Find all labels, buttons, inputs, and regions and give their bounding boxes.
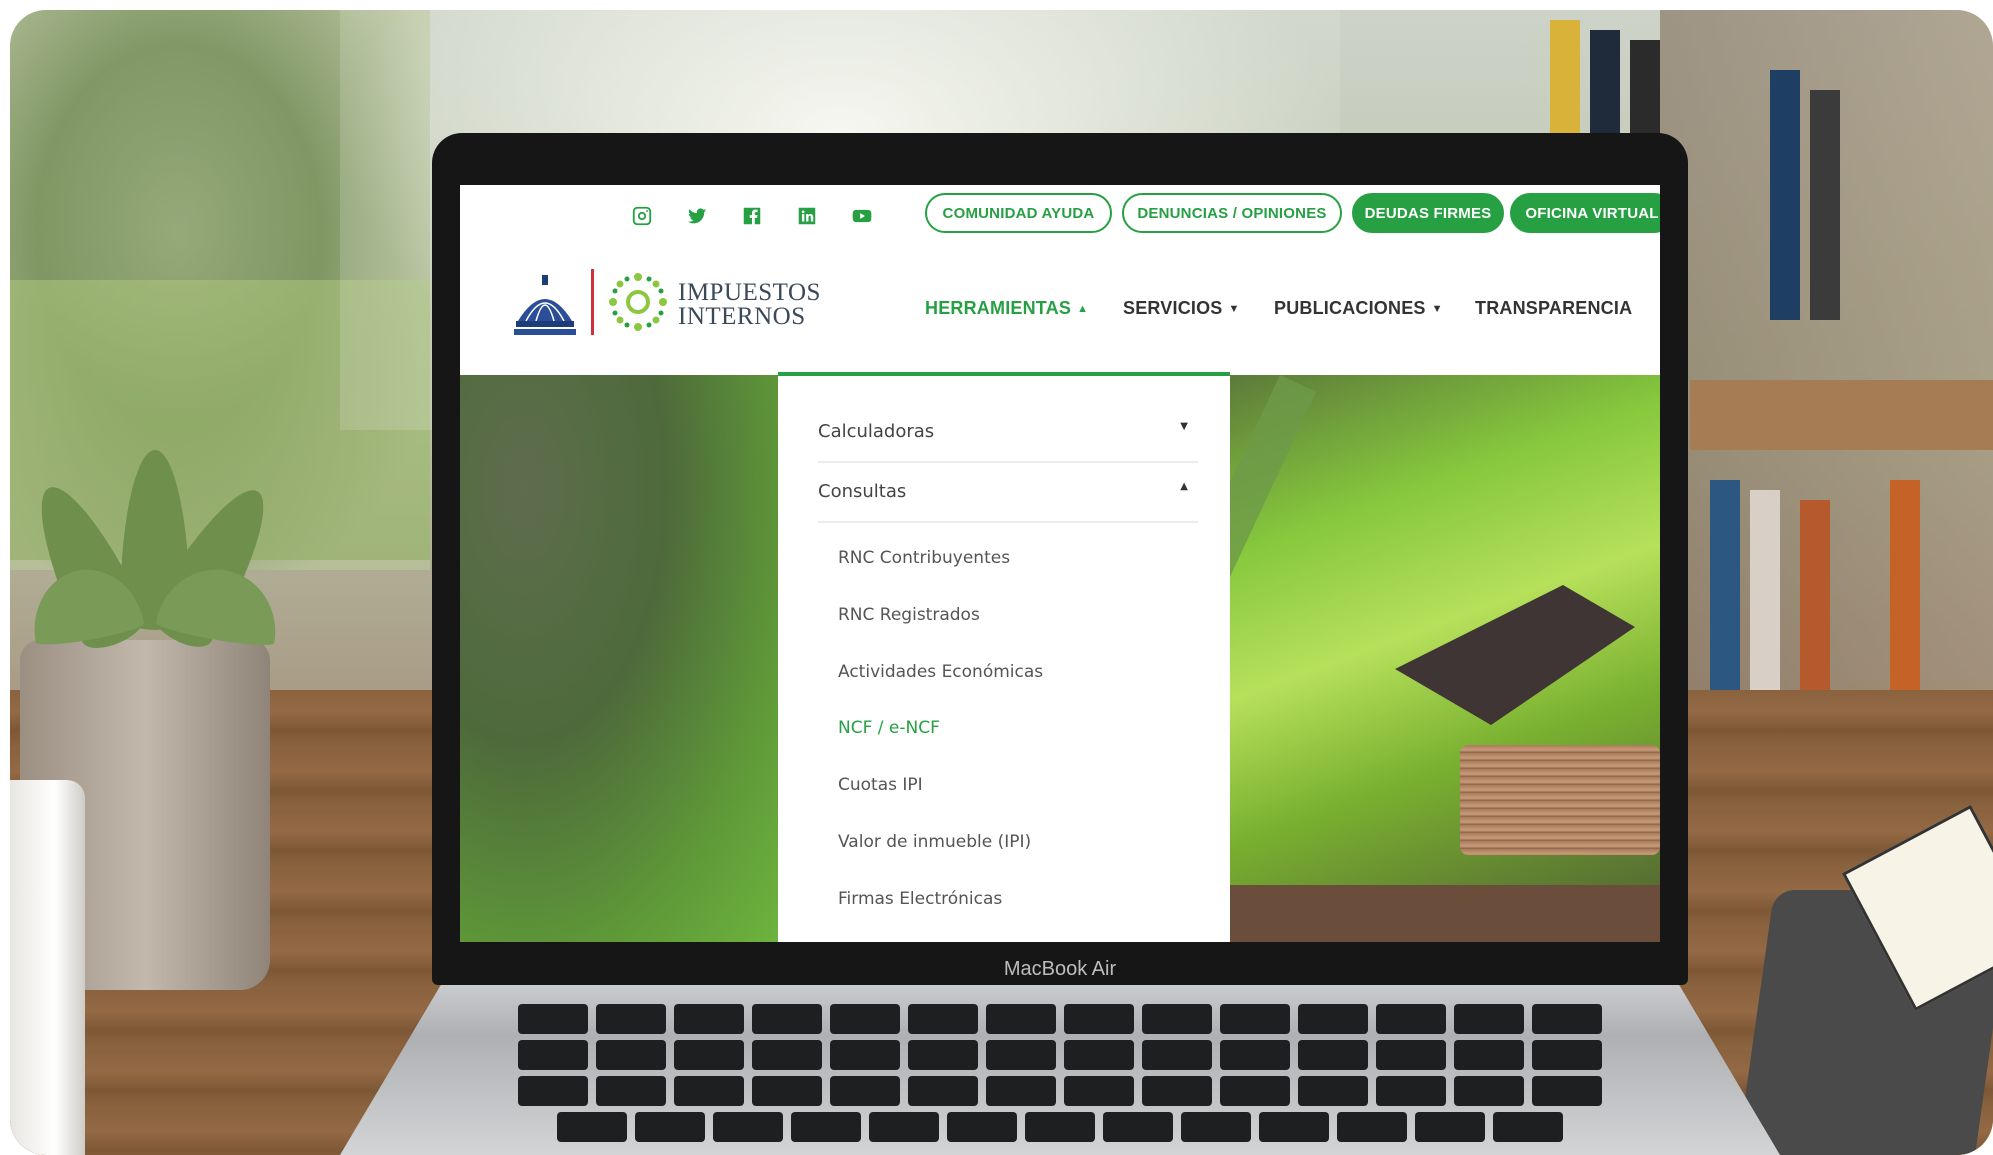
government-dome-logo[interactable] [512,275,578,337]
nav-servicios[interactable]: SERVICIOS ▼ [1123,298,1240,319]
dropdown-consultas[interactable]: Consultas ▲ [818,481,1198,502]
chevron-up-icon: ▲ [1180,481,1188,492]
chevron-down-icon: ▼ [1180,421,1188,432]
caret-up-icon: ▲ [1077,303,1089,315]
device-label: MacBook Air [1003,958,1117,980]
menu-item-cuotas-ipi[interactable]: Cuotas IPI [838,775,923,795]
menu-item-ncf[interactable]: NCF / e-NCF [838,718,940,738]
shelf-board [1690,380,1993,450]
consultas-label: Consultas [818,481,907,502]
youtube-icon[interactable] [850,204,874,228]
laptop-screen: COMUNIDAD AYUDA DENUNCIAS / OPINIONES DE… [460,185,1660,942]
nav-transparencia[interactable]: TRANSPARENCIA [1475,298,1632,319]
caret-down-icon: ▼ [1431,303,1443,315]
instagram-icon[interactable] [630,204,654,228]
hero-image-left [460,375,778,942]
impuestos-sun-logo[interactable] [607,271,669,333]
logo-line1: IMPUESTOS [678,279,821,306]
menu-item-firmas-electronicas[interactable]: Firmas Electrónicas [838,889,1002,909]
oficina-virtual-button[interactable]: OFICINA VIRTUAL [1510,193,1660,233]
logo-divider [591,269,594,335]
dropdown-calculadoras[interactable]: Calculadoras ▼ [818,421,1198,442]
facebook-icon[interactable] [740,204,764,228]
book [1710,480,1740,700]
twitter-icon[interactable] [685,204,709,228]
coin-stack-image [1460,745,1660,855]
nav-herramientas-label: HERRAMIENTAS [925,298,1072,318]
book [1750,490,1780,700]
linkedin-icon[interactable] [795,204,819,228]
calculadoras-label: Calculadoras [818,421,935,442]
book [1810,90,1840,320]
menu-item-rnc-registrados[interactable]: RNC Registrados [838,605,980,625]
book [1770,70,1800,320]
denuncias-opiniones-button[interactable]: DENUNCIAS / OPINIONES [1122,193,1342,233]
dropdown-divider [818,461,1198,463]
deudas-firmes-button[interactable]: DEUDAS FIRMES [1352,193,1504,233]
herramientas-dropdown-menu: Calculadoras ▼ Consultas ▲ RNC Contribuy… [778,372,1230,942]
menu-item-rnc-contribuyentes[interactable]: RNC Contribuyentes [838,548,1010,568]
menu-item-actividades-economicas[interactable]: Actividades Económicas [838,662,1043,682]
laptop-keyboard [420,1004,1700,1155]
nav-herramientas[interactable]: HERRAMIENTAS ▲ [925,298,1088,319]
caret-down-icon: ▼ [1228,303,1240,315]
book [1800,500,1830,700]
nav-publicaciones[interactable]: PUBLICACIONES ▼ [1274,298,1443,319]
impuestos-internos-logo-text[interactable]: IMPUESTOS INTERNOS [678,279,821,330]
book [1890,480,1920,700]
nav-publicaciones-label: PUBLICACIONES [1274,298,1426,318]
coffee-mug [10,780,85,1155]
comunidad-ayuda-button[interactable]: COMUNIDAD AYUDA [925,193,1112,233]
hero-table-edge [1230,885,1660,942]
nav-servicios-label: SERVICIOS [1123,298,1223,318]
menu-item-valor-inmueble[interactable]: Valor de inmueble (IPI) [838,832,1031,852]
dropdown-divider [818,521,1198,523]
logo-line2: INTERNOS [678,303,806,330]
